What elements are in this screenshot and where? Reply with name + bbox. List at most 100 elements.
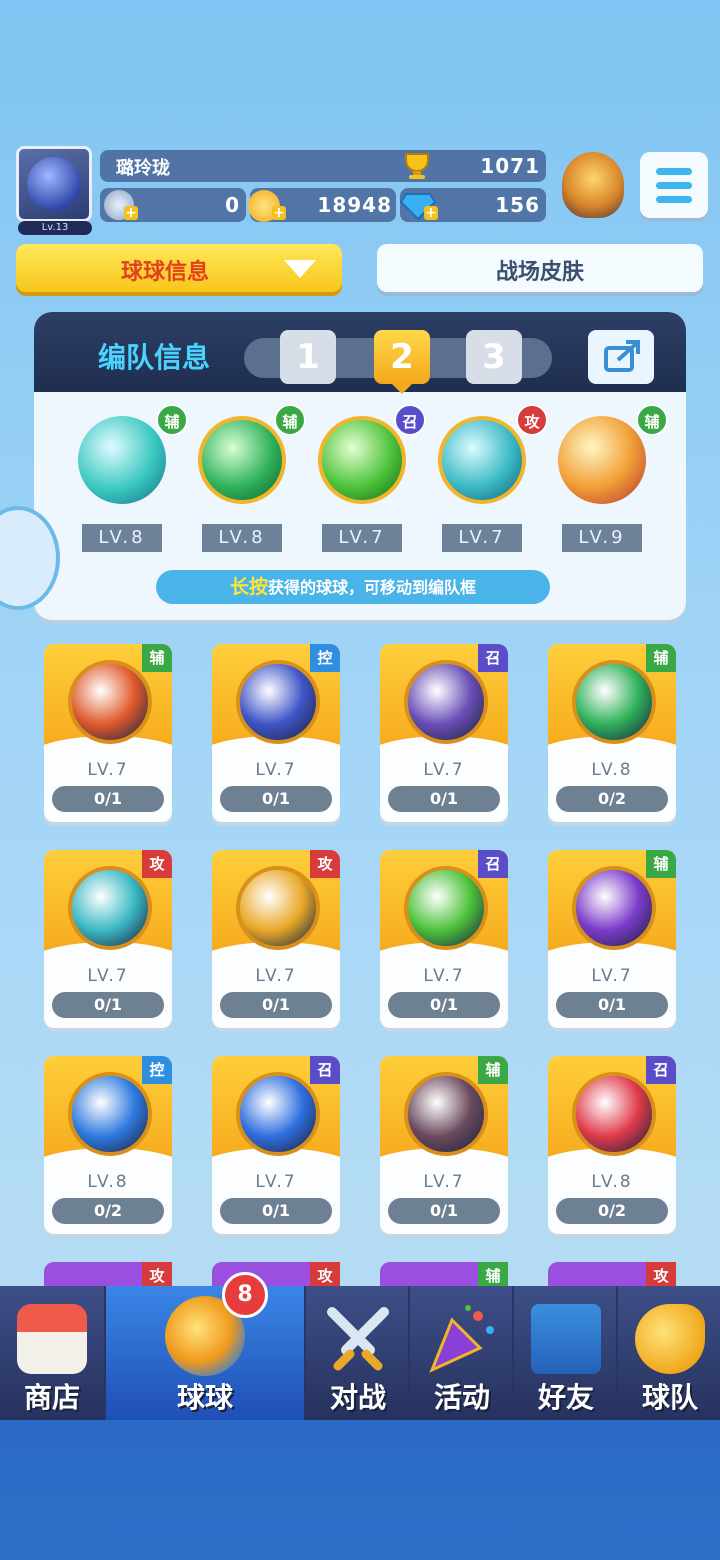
hint-highlight: 长按: [229, 576, 268, 598]
bottom-nav: 商店 球球 对战 活动 好友 球队: [0, 1286, 720, 1420]
team-ball-5-level: LV.9: [562, 524, 642, 552]
menu-icon-line: [656, 196, 692, 203]
crossed-swords-icon: [327, 1307, 389, 1371]
ball-card[interactable]: 辅 LV.7 0/1: [548, 850, 676, 1028]
resource-1-add-button[interactable]: +: [124, 206, 138, 220]
coin-count: 18948: [317, 193, 392, 217]
party-popper-icon: [429, 1305, 494, 1373]
ball-card[interactable]: 召 LV.7 0/1: [212, 1056, 340, 1234]
card-level: LV.8: [87, 1172, 129, 1192]
card-progress: 0/2: [556, 1198, 668, 1224]
share-icon: [604, 340, 640, 372]
ball-icon: [572, 866, 656, 950]
card-progress: 0/1: [220, 992, 332, 1018]
card-level: LV.7: [87, 760, 129, 780]
coin-add-button[interactable]: +: [272, 206, 286, 220]
ball-card[interactable]: 召 LV.7 0/1: [380, 850, 508, 1028]
ball-icon: [68, 660, 152, 744]
team-ball-5[interactable]: [558, 416, 646, 504]
team-ball-3-role: 召: [394, 404, 426, 436]
nav-battle[interactable]: 对战: [306, 1286, 410, 1420]
rank-badge-icon[interactable]: [562, 152, 624, 218]
card-role-tag: 攻: [142, 850, 172, 878]
card-role-tag: 召: [310, 1056, 340, 1084]
ball-card[interactable]: 召 LV.8 0/2: [548, 1056, 676, 1234]
card-role-tag: 召: [646, 1056, 676, 1084]
avatar-icon: [27, 157, 81, 211]
whistle-icon: [635, 1304, 705, 1374]
tab-ball-info[interactable]: 球球信息: [16, 244, 342, 292]
nav-shop-label: 商店: [23, 1381, 80, 1414]
ball-card[interactable]: 辅 LV.7 0/1: [380, 1056, 508, 1234]
card-progress: 0/1: [220, 786, 332, 812]
team-ball-2[interactable]: [198, 416, 286, 504]
team-ball-4-level: LV.7: [442, 524, 522, 552]
share-button[interactable]: [588, 330, 654, 384]
menu-icon-line: [656, 182, 692, 189]
card-progress: 0/1: [52, 786, 164, 812]
friends-book-icon: [531, 1304, 601, 1374]
team-ball-4[interactable]: [438, 416, 526, 504]
card-role-tag: 辅: [646, 850, 676, 878]
card-level: LV.7: [255, 966, 297, 986]
bottom-background: [0, 1420, 720, 1560]
ball-card[interactable]: 召 LV.7 0/1: [380, 644, 508, 822]
tab-ball-info-label: 球球信息: [120, 260, 209, 285]
card-progress: 0/2: [52, 1198, 164, 1224]
balls-notification-badge: 8: [222, 1272, 268, 1318]
team-ball-1-level: LV.8: [82, 524, 162, 552]
team-slot-2[interactable]: 2: [374, 330, 430, 384]
ball-icon: [404, 1072, 488, 1156]
nav-team-label: 球队: [641, 1381, 698, 1414]
nav-friends-label: 好友: [537, 1381, 594, 1414]
team-slot-3[interactable]: 3: [466, 330, 522, 384]
menu-button[interactable]: [640, 152, 708, 218]
ball-card[interactable]: 辅 LV.7 0/1: [44, 644, 172, 822]
card-role-tag: 控: [142, 1056, 172, 1084]
nav-events-label: 活动: [433, 1381, 490, 1414]
trophy-count: 1071: [480, 154, 540, 178]
player-avatar[interactable]: [16, 146, 92, 222]
nav-balls-label: 球球: [176, 1381, 233, 1414]
card-level: LV.8: [591, 760, 633, 780]
card-role-tag: 辅: [478, 1056, 508, 1084]
nav-shop[interactable]: 商店: [0, 1286, 104, 1420]
card-role-tag: 召: [478, 644, 508, 672]
team-ball-1[interactable]: [78, 416, 166, 504]
card-progress: 0/1: [556, 992, 668, 1018]
card-progress: 0/1: [388, 992, 500, 1018]
team-ball-2-level: LV.8: [202, 524, 282, 552]
avatar-level: Lv.13: [18, 221, 92, 235]
trophy-icon: [400, 152, 434, 180]
diamond-add-button[interactable]: +: [424, 206, 438, 220]
ball-icon: [572, 660, 656, 744]
card-level: LV.7: [423, 966, 465, 986]
ball-icon: [404, 866, 488, 950]
card-progress: 0/2: [556, 786, 668, 812]
ball-card[interactable]: 攻 LV.7 0/1: [44, 850, 172, 1028]
team-ball-1-role: 辅: [156, 404, 188, 436]
nav-events[interactable]: 活动: [410, 1286, 514, 1420]
nav-friends[interactable]: 好友: [514, 1286, 618, 1420]
active-slot-pointer-icon: [392, 384, 412, 394]
ball-card[interactable]: 控 LV.8 0/2: [44, 1056, 172, 1234]
team-ball-3-level: LV.7: [322, 524, 402, 552]
ball-icon: [68, 1072, 152, 1156]
nav-balls[interactable]: 球球: [106, 1286, 304, 1420]
tab-battle-skin[interactable]: 战场皮肤: [377, 244, 703, 292]
nav-team[interactable]: 球队: [618, 1286, 720, 1420]
hint-text: 获得的球球，可移动到编队框: [268, 578, 477, 597]
card-level: LV.7: [423, 760, 465, 780]
ball-card[interactable]: 控 LV.7 0/1: [212, 644, 340, 822]
team-ball-3[interactable]: [318, 416, 406, 504]
card-level: LV.7: [423, 1172, 465, 1192]
ball-card[interactable]: 攻 LV.7 0/1: [212, 850, 340, 1028]
card-level: LV.7: [255, 1172, 297, 1192]
ball-card[interactable]: 辅 LV.8 0/2: [548, 644, 676, 822]
card-progress: 0/1: [388, 1198, 500, 1224]
team-slot-1[interactable]: 1: [280, 330, 336, 384]
card-role-tag: 控: [310, 644, 340, 672]
ball-icon: [236, 660, 320, 744]
ball-icon: [236, 866, 320, 950]
card-progress: 0/1: [388, 786, 500, 812]
